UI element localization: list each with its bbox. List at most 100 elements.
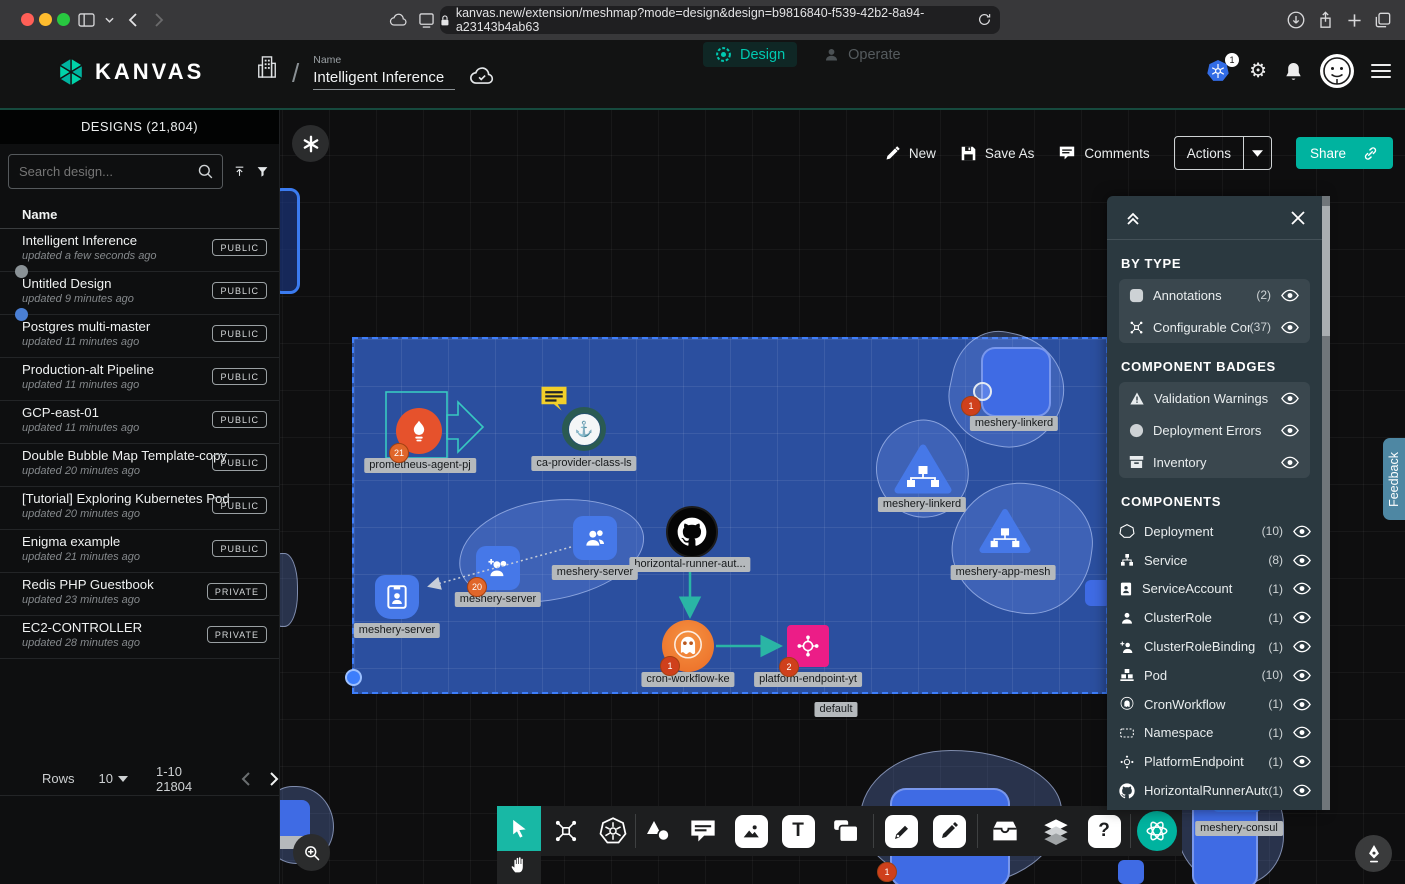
prev-page-button[interactable] — [241, 772, 250, 786]
badge-row-deployment-errors[interactable]: Deployment Errors — [1119, 414, 1310, 446]
tool-image[interactable] — [729, 806, 773, 856]
panel-scrollbar-thumb[interactable] — [1322, 206, 1330, 336]
browser-sidebar-icon[interactable] — [74, 8, 98, 32]
component-row-horizontalrunner[interactable]: HorizontalRunnerAutosc (1) — [1107, 776, 1322, 805]
region-resize-handle[interactable] — [345, 669, 362, 686]
sidebar-chevron-icon[interactable] — [97, 8, 121, 32]
eye-icon[interactable] — [1280, 289, 1300, 302]
icloud-tab-icon[interactable] — [386, 8, 410, 32]
layer-row-configurable[interactable]: Configurable Compon (37) — [1119, 311, 1310, 343]
notifications-bell-icon[interactable] — [1284, 61, 1303, 82]
tab-design[interactable]: Design — [703, 42, 797, 67]
comments-button[interactable]: Comments — [1058, 145, 1149, 161]
design-row[interactable]: GCP-east-01 updated 11 minutes ago PUBLI… — [0, 401, 279, 444]
design-row[interactable]: Redis PHP Guestbook updated 23 minutes a… — [0, 573, 279, 616]
new-tab-icon[interactable] — [1342, 8, 1366, 32]
save-as-button[interactable]: Save As — [960, 145, 1035, 162]
maximize-window-button[interactable] — [57, 13, 70, 26]
component-row-pod[interactable]: Pod (10) — [1107, 661, 1322, 690]
design-row[interactable]: Double Bubble Map Template-copy updated … — [0, 444, 279, 487]
reader-view-icon[interactable] — [414, 8, 438, 32]
search-input[interactable] — [17, 163, 197, 180]
tool-pan-hand[interactable] — [497, 851, 541, 884]
tab-operate[interactable]: Operate — [811, 42, 912, 67]
tool-comment[interactable] — [681, 806, 725, 856]
node-meshery-linkerd[interactable] — [981, 347, 1051, 417]
new-button[interactable]: New — [884, 145, 936, 162]
pen-mode-button[interactable] — [1355, 835, 1392, 872]
back-button[interactable] — [120, 8, 144, 32]
node-ca-provider[interactable]: ⚓ — [562, 407, 606, 451]
tool-shapes[interactable] — [636, 806, 680, 856]
kanvas-logo[interactable]: KANVAS — [56, 56, 204, 88]
component-row-clusterrole[interactable]: ClusterRole (1) — [1107, 603, 1322, 632]
eye-icon[interactable] — [1292, 640, 1312, 653]
actions-split-button[interactable]: Actions — [1174, 136, 1272, 170]
design-row[interactable]: Untitled Design updated 9 minutes ago PU… — [0, 272, 279, 315]
snap-grid-button[interactable] — [292, 125, 329, 162]
layer-row-annotations[interactable]: Annotations (2) — [1119, 279, 1310, 311]
publish-upload-icon[interactable] — [233, 162, 246, 181]
menu-hamburger-icon[interactable] — [1371, 61, 1391, 82]
next-page-button[interactable] — [270, 772, 279, 786]
eye-icon[interactable] — [1292, 669, 1312, 682]
refresh-icon[interactable] — [977, 11, 992, 28]
user-avatar[interactable] — [1320, 54, 1354, 88]
eye-icon[interactable] — [1292, 525, 1312, 538]
tool-cursor[interactable] — [497, 806, 541, 851]
eye-icon[interactable] — [1292, 726, 1312, 739]
node-github-runner[interactable] — [666, 506, 718, 558]
tool-text[interactable]: T — [776, 806, 820, 856]
component-row-namespace[interactable]: Namespace (1) — [1107, 719, 1322, 748]
k8s-context-switcher[interactable]: 1 — [1206, 59, 1232, 83]
forward-button[interactable] — [147, 8, 171, 32]
component-row-service[interactable]: Service (8) — [1107, 546, 1322, 575]
small-node[interactable] — [1118, 860, 1144, 884]
tool-drawer[interactable] — [983, 806, 1027, 856]
node-meshery-linkerd-triangle[interactable] — [894, 444, 952, 494]
eye-icon[interactable] — [1280, 424, 1300, 437]
design-name-input[interactable] — [313, 68, 455, 90]
filter-icon[interactable] — [256, 162, 269, 181]
tool-layers[interactable] — [1034, 806, 1078, 856]
eye-icon[interactable] — [1292, 611, 1312, 624]
node-meshery-server-top[interactable] — [573, 516, 617, 560]
downloads-icon[interactable] — [1284, 8, 1308, 32]
design-row[interactable]: EC2-CONTROLLER updated 28 minutes ago PR… — [0, 616, 279, 659]
close-icon[interactable] — [1290, 210, 1306, 226]
zoom-in-button[interactable] — [293, 834, 330, 871]
address-bar[interactable]: kanvas.new/extension/meshmap?mode=design… — [440, 6, 1000, 34]
eye-icon[interactable] — [1280, 456, 1300, 469]
component-row-platformendpoint[interactable]: PlatformEndpoint (1) — [1107, 747, 1322, 776]
organization-icon[interactable] — [256, 54, 278, 80]
share-page-icon[interactable] — [1313, 8, 1337, 32]
tool-mesh-component[interactable] — [544, 806, 588, 856]
component-row-serviceaccount[interactable]: ServiceAccount (1) — [1107, 575, 1322, 604]
eye-icon[interactable] — [1292, 755, 1312, 768]
search-box[interactable] — [8, 154, 223, 189]
badge-row-validation[interactable]: Validation Warnings — [1119, 382, 1310, 414]
eye-icon[interactable] — [1280, 321, 1300, 334]
eye-icon[interactable] — [1292, 582, 1312, 595]
component-row-clusterrolebinding[interactable]: ClusterRoleBinding (1) — [1107, 632, 1322, 661]
tool-pen[interactable] — [879, 806, 923, 856]
design-row[interactable]: Enigma example updated 21 minutes ago PU… — [0, 530, 279, 573]
collapse-icon[interactable] — [1123, 208, 1143, 228]
tab-overview-icon[interactable] — [1371, 8, 1395, 32]
rows-per-page-select[interactable]: 10 — [99, 771, 128, 786]
eye-icon[interactable] — [1292, 554, 1312, 567]
column-header-name[interactable]: Name — [0, 197, 279, 229]
tool-pencil[interactable] — [927, 806, 971, 856]
tool-kubernetes[interactable] — [591, 806, 635, 856]
actions-caret[interactable] — [1244, 150, 1271, 157]
badge-row-inventory[interactable]: Inventory — [1119, 446, 1310, 478]
tool-meshery[interactable] — [1135, 806, 1179, 856]
node-meshery-server-card[interactable] — [375, 575, 419, 619]
design-row[interactable]: [Tutorial] Exploring Kubernetes Pod upda… — [0, 487, 279, 530]
settings-gear-icon[interactable]: ⚙ — [1249, 61, 1267, 81]
close-window-button[interactable] — [21, 13, 34, 26]
component-row-deployment[interactable]: Deployment (10) — [1107, 517, 1322, 546]
feedback-tab[interactable]: Feedback — [1383, 438, 1405, 520]
design-row[interactable]: Production-alt Pipeline updated 11 minut… — [0, 358, 279, 401]
minimize-window-button[interactable] — [39, 13, 52, 26]
